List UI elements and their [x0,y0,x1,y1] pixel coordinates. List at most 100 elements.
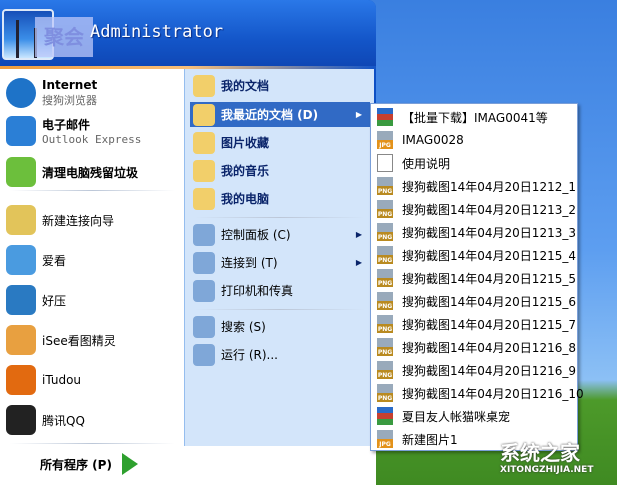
recent-document-name: 搜狗截图14年04月20日1213_2 [402,202,576,217]
recent-document-name: 搜狗截图14年04月20日1216_9 [402,363,576,378]
pinned-item[interactable]: 清理电脑残留垃圾 [6,157,138,187]
all-programs-button[interactable]: 所有程序 (P) [40,453,138,475]
places-item-label: 运行 (R)... [221,348,278,362]
recent-document-item[interactable]: PNG 搜狗截图14年04月20日1212_1 [377,175,576,197]
recent-document-item[interactable]: PNG 搜狗截图14年04月20日1213_3 [377,221,576,243]
avatar-overlay-text: 聚会00 [35,17,93,89]
places-item-label: 搜索 (S) [221,320,266,334]
connection-wizard-icon [6,205,36,235]
my-pictures-icon [193,131,215,154]
isee-icon [6,325,36,355]
jpg-file-icon: JPG [377,430,393,448]
my-documents-icon [193,74,215,97]
places-item-label: 连接到 (T) [221,256,278,270]
places-panel: 我的文档 我最近的文档 (D) ▶ 图片收藏 我的音乐 我的电脑 控制面板 (C) ▶ 连接到 … [184,69,374,446]
recent-program-label: 腾讯QQ [42,413,85,428]
recycle-bin-icon [6,157,36,187]
start-menu-header: 聚会00 Administrator [0,0,376,89]
recent-program-label: 新建连接向导 [42,213,115,228]
places-item-label: 控制面板 (C) [221,228,291,242]
recent-document-name: 新建图片1 [402,432,458,447]
start-menu: 聚会00 Administrator Internet 搜狗浏览器电子邮件Outl… [0,0,376,485]
places-item[interactable]: 控制面板 (C) ▶ [190,222,370,247]
recent-document-name: 夏目友人帐猫咪桌宠 [402,409,511,424]
pinned-item-subtitle: Outlook Express [42,133,142,146]
recent-document-item[interactable]: PNG 搜狗截图14年04月20日1216_8 [377,336,576,358]
play-arrow-icon [121,453,138,475]
txt-file-icon [377,154,393,172]
recent-document-item[interactable]: PNG 搜狗截图14年04月20日1216_10 [377,382,584,404]
recent-document-name: 搜狗截图14年04月20日1215_6 [402,294,576,309]
submenu-arrow-icon: ▶ [355,110,362,119]
recent-program-item[interactable]: 腾讯QQ [6,405,85,435]
places-item[interactable]: 我最近的文档 (D) ▶ [190,102,370,127]
recent-document-name: 搜狗截图14年04月20日1215_5 [402,271,576,286]
recent-program-item[interactable]: 新建连接向导 [6,205,114,235]
recent-document-item[interactable]: PNG 搜狗截图14年04月20日1213_2 [377,198,576,220]
png-file-icon: PNG [377,177,393,195]
recent-program-item[interactable]: 爱看 [6,245,66,275]
pinned-item-label: 电子邮件 Outlook Express [42,116,141,146]
recent-document-item[interactable]: PNG 搜狗截图14年04月20日1215_7 [377,313,576,335]
recent-document-item[interactable]: JPG IMAG0028 [377,129,464,151]
sogou-browser-icon [6,78,36,108]
pinned-item-title: Internet [42,78,98,92]
places-item[interactable]: 我的音乐 [190,158,370,183]
recent-document-name: 【批量下载】IMAG0041等 [402,110,548,125]
places-item[interactable]: 我的电脑 [190,186,370,211]
recent-documents-icon [193,103,215,126]
recent-program-label: iTudou [42,373,82,387]
rar-file-icon [377,407,393,425]
recent-document-name: 搜狗截图14年04月20日1212_1 [402,179,576,194]
pinned-programs-panel: Internet 搜狗浏览器电子邮件 Outlook Express 清理电脑残留垃圾… [0,69,184,446]
recent-program-item[interactable]: 好压 [6,285,66,315]
recent-program-label: 好压 [42,293,67,308]
recent-document-name: 使用说明 [402,156,451,171]
qq-penguin-icon [6,405,36,435]
username: Administrator [90,22,224,42]
places-item-label: 我的文档 [221,79,270,93]
recent-document-item[interactable]: 【批量下载】IMAG0041等 [377,106,548,128]
recent-document-item[interactable]: PNG 搜狗截图14年04月20日1216_9 [377,359,576,381]
recent-document-name: IMAG0028 [402,133,464,147]
recent-document-item[interactable]: PNG 搜狗截图14年04月20日1215_6 [377,290,576,312]
places-item-label: 图片收藏 [221,136,270,150]
pinned-item-title: 电子邮件 [42,118,91,132]
itudou-icon [6,365,36,395]
recent-document-name: 搜狗截图14年04月20日1215_4 [402,248,576,263]
places-item[interactable]: 运行 (R)... [190,342,370,367]
places-item[interactable]: 打印机和传真 [190,278,370,303]
pinned-item-subtitle: 搜狗浏览器 [42,94,97,107]
places-item[interactable]: 我的文档 [190,73,370,98]
aikan-icon [6,245,36,275]
recent-program-label: 爱看 [42,253,67,268]
recent-document-name: 搜狗截图14年04月20日1213_3 [402,225,576,240]
separator [10,190,175,191]
recent-document-item[interactable]: JPG 新建图片1 [377,428,458,450]
jpg-file-icon: JPG [377,131,393,149]
pinned-item[interactable]: 电子邮件 Outlook Express [6,116,141,146]
pinned-item[interactable]: Internet 搜狗浏览器 [6,78,97,108]
recent-document-item[interactable]: 夏目友人帐猫咪桌宠 [377,405,510,427]
places-item[interactable]: 连接到 (T) ▶ [190,250,370,275]
recent-program-item[interactable]: iSee看图精灵 [6,325,116,355]
png-file-icon: PNG [377,384,393,402]
places-item[interactable]: 搜索 (S) [190,314,370,339]
rar-file-icon [377,108,393,126]
watermark-title: 系统之家 [500,441,580,465]
png-file-icon: PNG [377,361,393,379]
my-computer-icon [193,187,215,210]
places-item[interactable]: 图片收藏 [190,130,370,155]
recent-program-label: iSee看图精灵 [42,333,116,348]
recent-document-item[interactable]: PNG 搜狗截图14年04月20日1215_4 [377,244,576,266]
submenu-arrow-icon: ▶ [355,258,362,267]
recent-documents-flyout: 【批量下载】IMAG0041等 JPG IMAG0028 使用说明 PNG 搜狗截图14年… [370,103,584,451]
png-file-icon: PNG [377,338,393,356]
pinned-item-label: Internet 搜狗浏览器 [42,78,97,108]
haozip-icon [6,285,36,315]
watermark-url: XITONGZHIJIA.NET [500,465,594,475]
recent-document-name: 搜狗截图14年04月20日1215_7 [402,317,576,332]
recent-document-item[interactable]: PNG 搜狗截图14年04月20日1215_5 [377,267,576,289]
recent-program-item[interactable]: iTudou [6,365,81,395]
recent-document-item[interactable]: 使用说明 [377,152,450,174]
